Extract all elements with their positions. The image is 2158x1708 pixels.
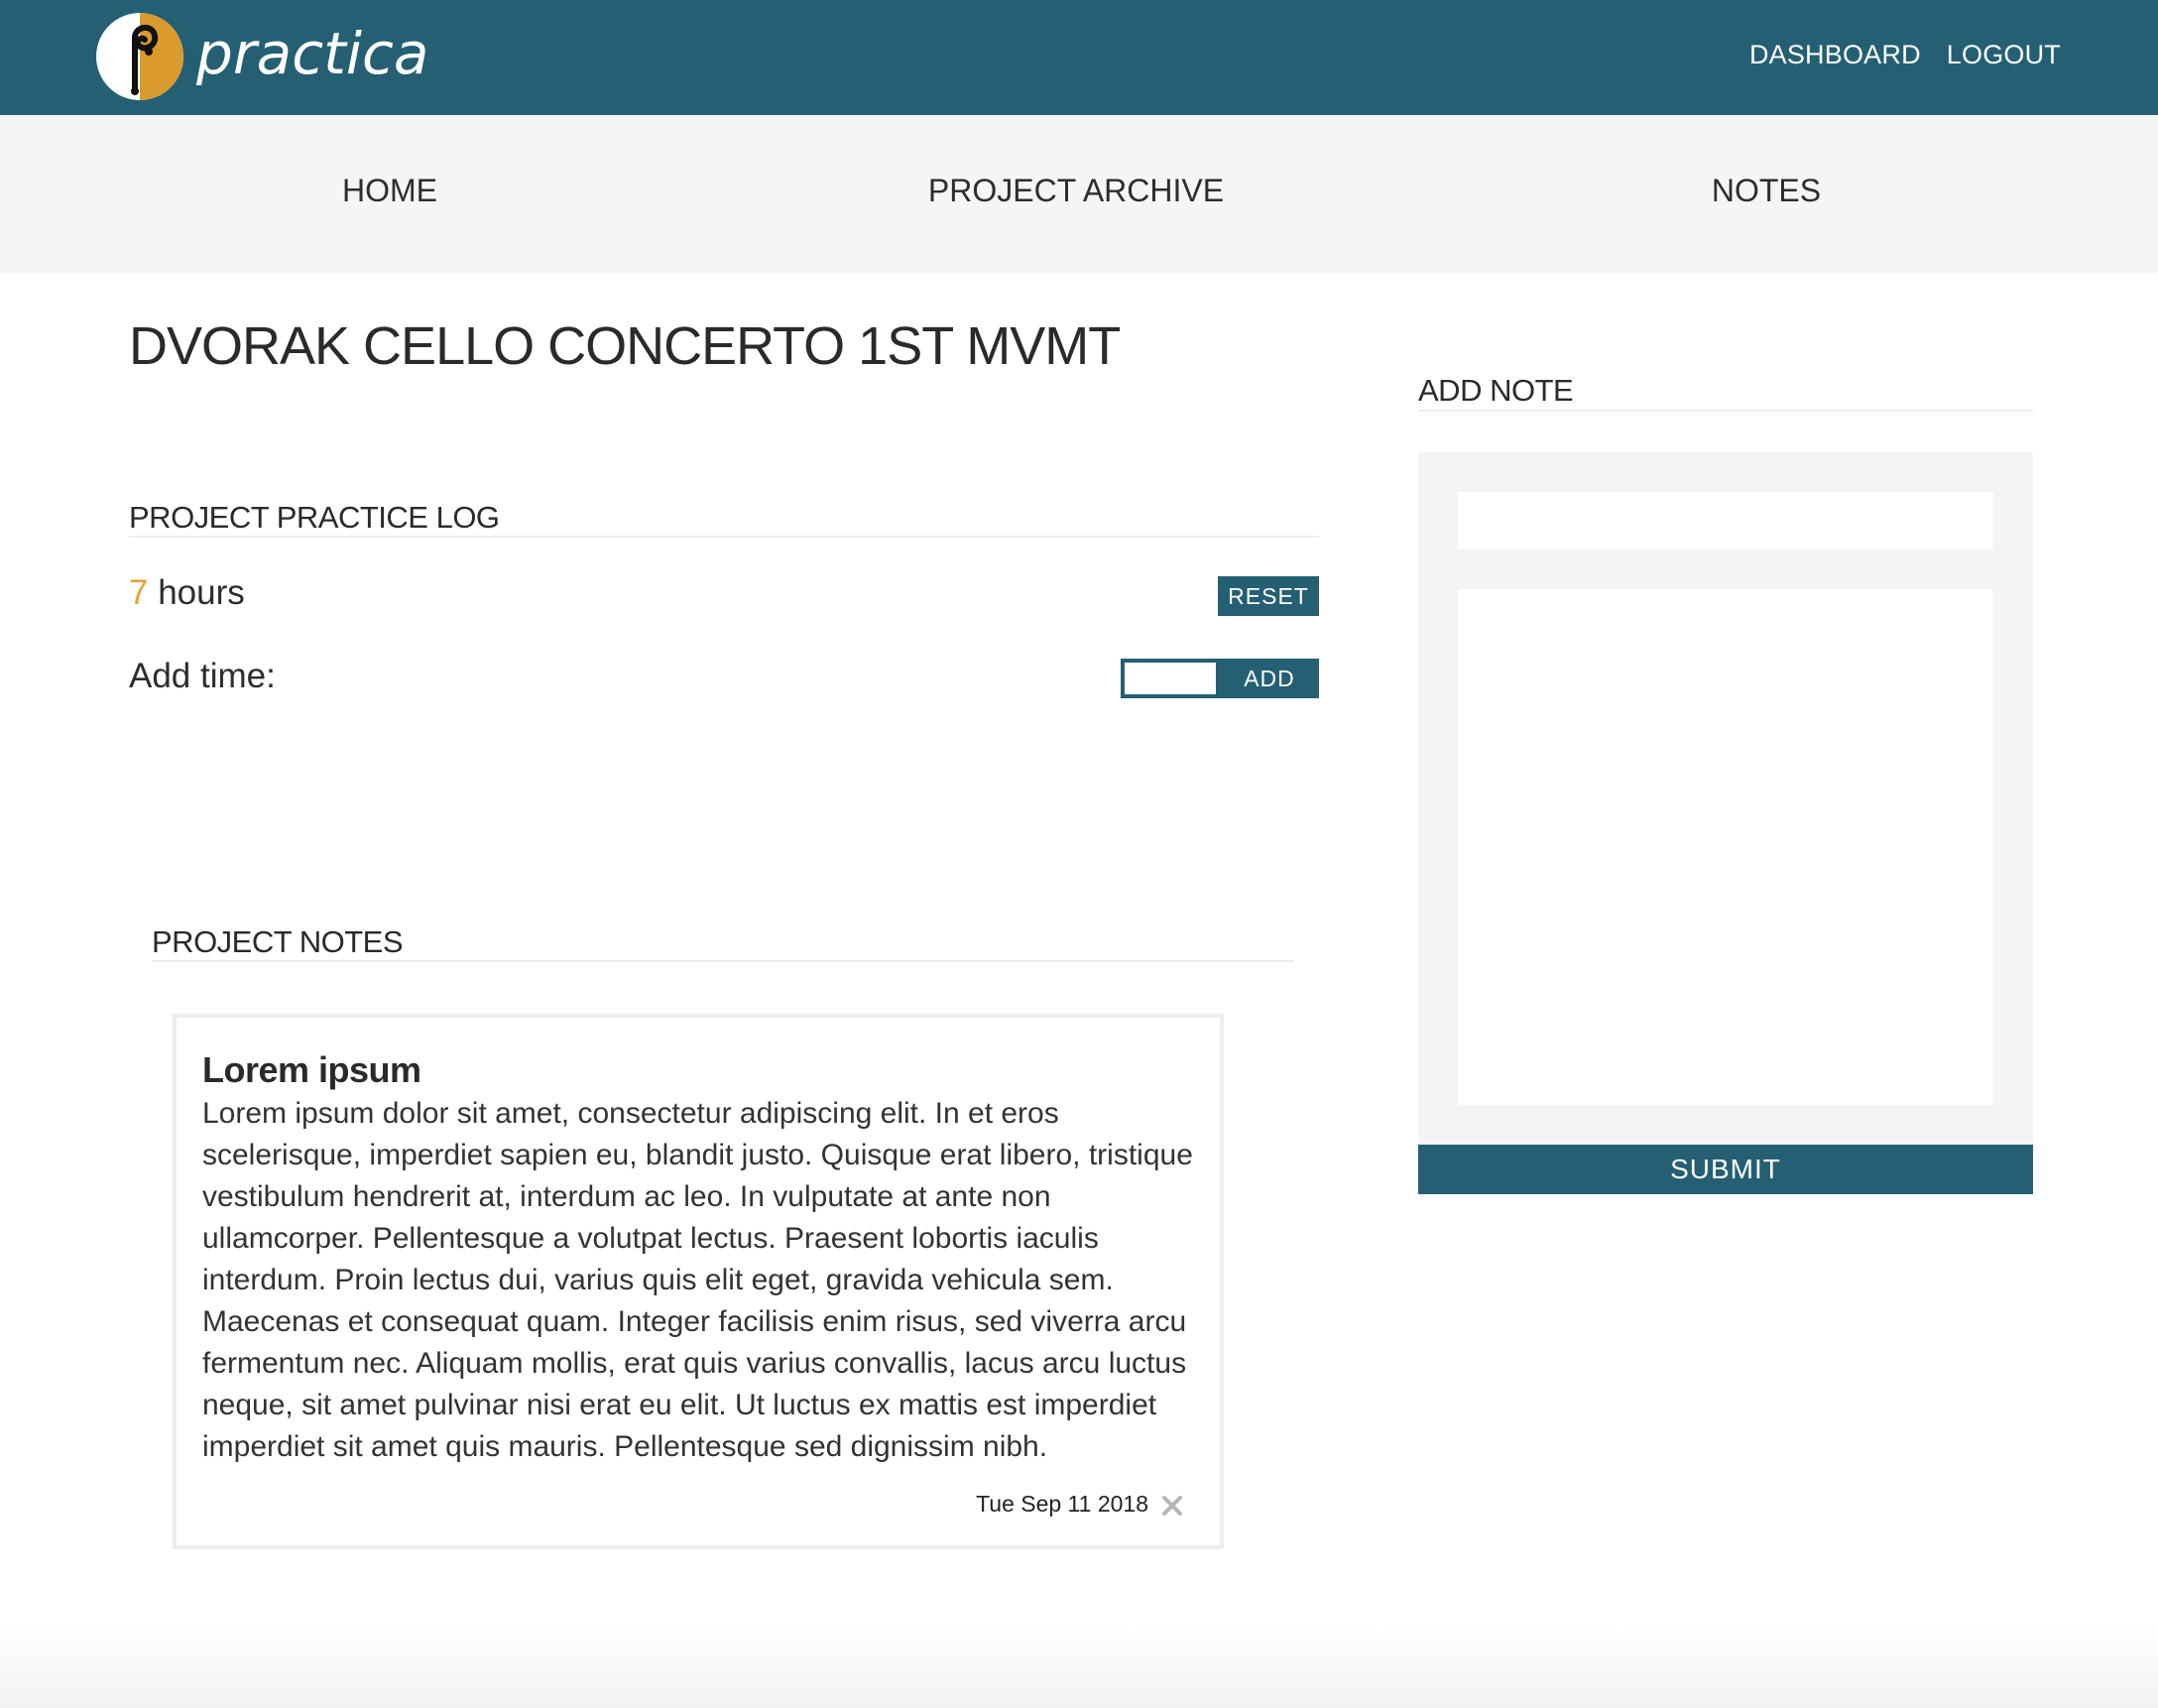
section-nav: HOME PROJECT ARCHIVE NOTES bbox=[0, 115, 2158, 274]
nav-project-archive[interactable]: PROJECT ARCHIVE bbox=[928, 173, 1224, 209]
hours-value: 7 bbox=[129, 573, 149, 612]
add-note-form bbox=[1418, 452, 2033, 1147]
note-title-input[interactable] bbox=[1458, 492, 1993, 549]
brand-name: practica bbox=[196, 20, 429, 87]
hours-unit: hours bbox=[158, 573, 245, 612]
project-notes-divider bbox=[152, 960, 1294, 962]
nav-notes[interactable]: NOTES bbox=[1712, 173, 1821, 209]
close-icon[interactable] bbox=[1160, 1494, 1184, 1518]
treble-clef-logo-icon[interactable] bbox=[95, 12, 184, 101]
add-note-divider bbox=[1418, 410, 2033, 412]
hours-total: 7 hours bbox=[129, 573, 245, 613]
page-title: DVORAK CELLO CONCERTO 1ST MVMT bbox=[129, 316, 1121, 376]
logout-link[interactable]: LOGOUT bbox=[1947, 40, 2061, 70]
add-time-group: ADD bbox=[1121, 659, 1319, 698]
note-card: Lorem ipsum Lorem ipsum dolor sit amet, … bbox=[173, 1014, 1224, 1549]
add-note-heading: ADD NOTE bbox=[1418, 373, 1574, 408]
add-time-label: Add time: bbox=[129, 657, 276, 695]
top-bar: practica DASHBOARD LOGOUT bbox=[0, 0, 2158, 115]
practice-log-divider bbox=[129, 536, 1319, 538]
note-body: Lorem ipsum dolor sit amet, consectetur … bbox=[202, 1097, 1193, 1463]
note-body-textarea[interactable] bbox=[1458, 589, 1993, 1105]
project-notes-heading: PROJECT NOTES bbox=[152, 924, 404, 959]
submit-note-button[interactable]: SUBMIT bbox=[1418, 1145, 2033, 1194]
reset-button[interactable]: RESET bbox=[1218, 576, 1319, 616]
note-date: Tue Sep 11 2018 bbox=[976, 1491, 1148, 1517]
nav-home[interactable]: HOME bbox=[342, 173, 437, 209]
note-title: Lorem ipsum bbox=[202, 1049, 421, 1090]
practice-log-heading: PROJECT PRACTICE LOG bbox=[129, 500, 500, 535]
dashboard-link[interactable]: DASHBOARD bbox=[1749, 40, 1921, 70]
page-footer-fade bbox=[0, 1627, 2158, 1708]
add-time-input[interactable] bbox=[1125, 663, 1216, 694]
add-time-button[interactable]: ADD bbox=[1220, 659, 1319, 698]
top-nav: DASHBOARD LOGOUT bbox=[1749, 40, 2061, 70]
